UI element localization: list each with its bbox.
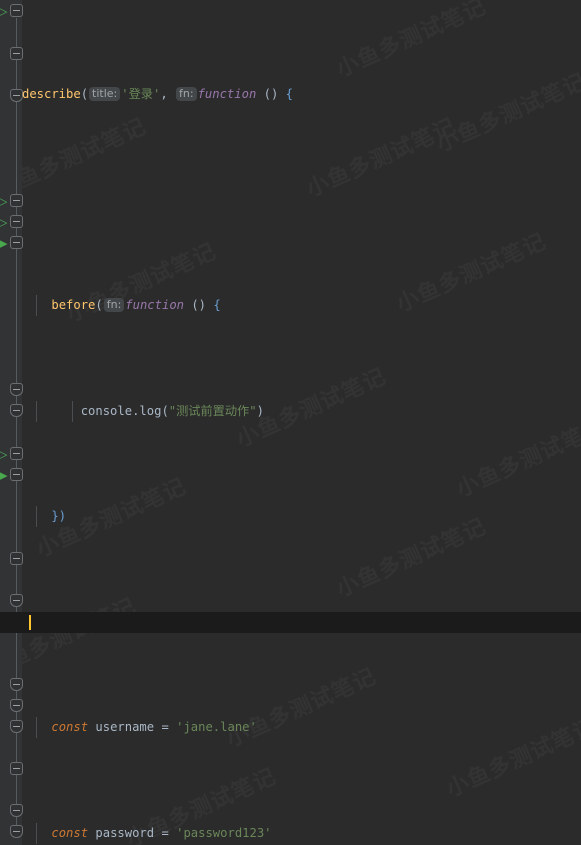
code-line-caret[interactable] [0,611,581,633]
token-string: 'password123' [176,825,272,840]
token-paren: ( [95,298,103,313]
token-brace: { [213,298,221,313]
token-string: '登录' [121,87,161,102]
token-log: log [139,403,162,418]
token-paren: ( [161,403,169,418]
token-const: const [51,720,89,735]
code-line[interactable]: const password = 'password123' [0,822,581,844]
code-line[interactable]: describe(title: '登录', fn: function () { [0,84,581,105]
token-brace: { [285,87,293,102]
token-username-var: username [95,720,155,735]
inlay-hint-fn: fn: [176,87,197,102]
token-string: "测试前置动作" [168,403,257,418]
token-equals: = [161,825,169,840]
token-paren: ) [256,403,264,418]
code-line-blank[interactable] [0,190,581,211]
inlay-hint-title: title: [89,87,121,102]
token-describe: describe [22,87,81,102]
code-line[interactable]: console.log("测试前置动作") [0,400,581,422]
token-function: function [125,298,184,313]
token-const: const [51,825,89,840]
token-equals: = [161,720,169,735]
code-line[interactable]: before(fn: function () { [0,295,581,317]
token-parens: () [263,87,279,102]
token-comma: , [160,87,168,102]
inlay-hint-fn: fn: [103,298,125,313]
token-parens: () [191,298,207,313]
code-area[interactable]: describe(title: '登录', fn: function () { be… [0,0,581,845]
token-close-brace: }) [51,509,67,524]
code-line[interactable]: }) [0,506,581,528]
code-editor[interactable]: 小鱼多测试笔记 小鱼多测试笔记 小鱼多测试笔记 小鱼多测试笔记 小鱼多测试笔记 … [0,0,581,845]
code-line[interactable]: const username = 'jane.lane' [0,717,581,739]
token-paren: ( [80,87,89,102]
token-function: function [197,87,257,102]
text-caret [29,614,31,630]
token-console: console [80,403,133,418]
token-string: 'jane.lane' [176,720,257,735]
token-password-var: password [95,825,155,840]
token-before: before [51,298,96,313]
